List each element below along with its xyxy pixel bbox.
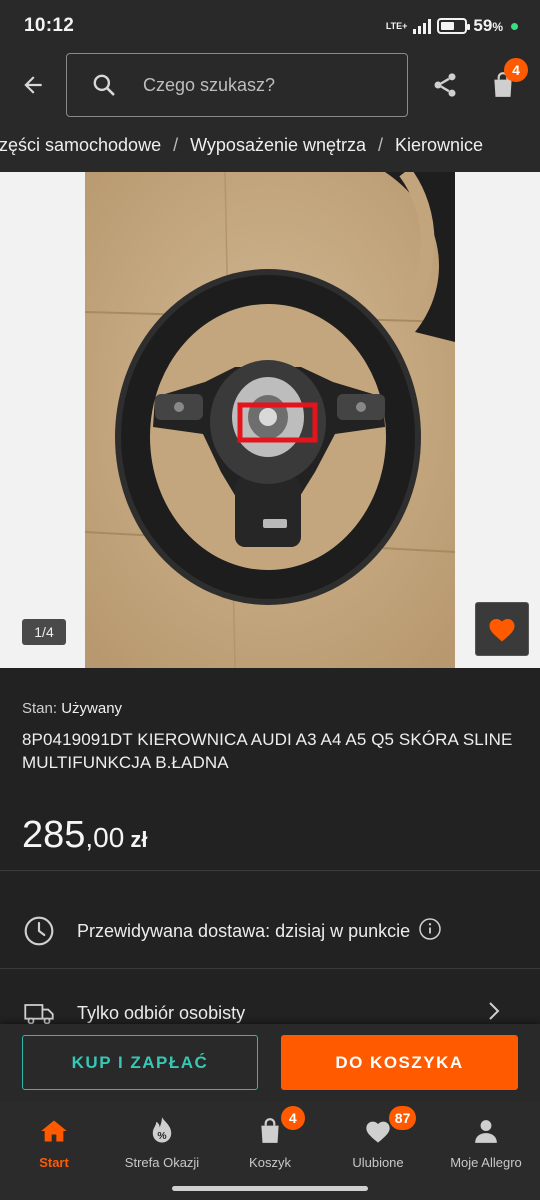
svg-text:%: % (157, 1131, 166, 1142)
condition: Stan: Używany (22, 700, 122, 717)
breadcrumb-separator: / (173, 134, 179, 155)
deals-icon: % (147, 1116, 177, 1146)
share-icon (434, 73, 456, 97)
add-to-cart-button[interactable]: DO KOSZYKA (281, 1035, 518, 1090)
image-gallery[interactable]: 1/4 (0, 172, 540, 668)
price-decimal: ,00 (85, 822, 125, 853)
product-title: 8P0419091DT KIEROWNICA AUDI A3 A4 A5 Q5 … (22, 730, 513, 772)
chevron-right-icon (486, 1001, 502, 1026)
status-time: 10:12 (24, 15, 75, 36)
nav-label: Ulubione (352, 1155, 404, 1170)
breadcrumb: Części samochodowe / Wyposażenie wnętrza… (0, 118, 540, 172)
cart-count-badge: 4 (504, 58, 528, 82)
info-icon[interactable] (418, 917, 442, 946)
breadcrumb-separator: / (378, 134, 384, 155)
home-icon (39, 1116, 69, 1146)
purchase-action-bar: KUP I ZAPŁAĆ DO KOSZYKA (0, 1024, 540, 1102)
arrow-left-icon (24, 76, 42, 94)
delivery-estimate-text: Przewidywana dostawa: dzisiaj w punkcie (77, 920, 411, 941)
steering-wheel-image (85, 172, 455, 668)
home-indicator[interactable] (172, 1186, 368, 1191)
privacy-dot-icon (511, 22, 518, 30)
share-button[interactable] (416, 52, 474, 118)
nav-label: Start (39, 1155, 69, 1170)
search-input[interactable]: Czego szukasz? (66, 53, 408, 117)
price-currency: zł (130, 827, 148, 852)
buy-now-button[interactable]: KUP I ZAPŁAĆ (22, 1035, 258, 1090)
nav-label: Koszyk (249, 1155, 291, 1170)
product-photo[interactable] (85, 172, 455, 668)
top-app-bar: Czego szukasz? 4 (0, 52, 540, 118)
image-counter: 1/4 (22, 619, 66, 645)
breadcrumb-item[interactable]: Części samochodowe (0, 135, 161, 156)
price-integer: 285 (22, 814, 86, 856)
nav-item-start[interactable]: Start (0, 1102, 108, 1200)
status-indicators: LTE+ 59% (386, 16, 518, 36)
clock-icon (22, 914, 56, 948)
heart-icon (489, 619, 515, 642)
add-to-favorites-button[interactable] (475, 602, 529, 656)
header-cart-button[interactable]: 4 (474, 52, 532, 118)
nav-item-my-allegro[interactable]: Moje Allegro (432, 1102, 540, 1200)
breadcrumb-item[interactable]: Kierownice (395, 135, 483, 156)
user-icon (471, 1116, 501, 1146)
battery-icon (437, 18, 471, 34)
favorites-badge: 87 (388, 1106, 417, 1130)
condition-value: Używany (61, 700, 123, 717)
product-page: 10:12 LTE+ 59% Czego szukasz? 4 Części s… (0, 0, 540, 1200)
battery-percent: 59% (473, 16, 503, 35)
breadcrumb-item[interactable]: Wyposażenie wnętrza (190, 135, 366, 156)
cart-badge: 4 (280, 1106, 305, 1130)
signal-icon (413, 18, 432, 34)
condition-label: Stan: (22, 700, 58, 717)
nav-label: Moje Allegro (450, 1155, 522, 1170)
product-info: Stan: Używany 8P0419091DT KIEROWNICA AUD… (0, 668, 540, 1028)
search-placeholder: Czego szukasz? (143, 74, 276, 95)
back-button[interactable] (0, 52, 66, 118)
nav-label: Strefa Okazji (124, 1155, 200, 1170)
product-price: 285,00 zł (22, 814, 147, 857)
status-bar: 10:12 LTE+ 59% (0, 0, 540, 52)
network-type: LTE+ (385, 20, 408, 31)
pickup-text: Tylko odbiór osobisty (77, 1002, 246, 1023)
delivery-estimate-row[interactable]: Przewidywana dostawa: dzisiaj w punkcie (0, 898, 540, 964)
divider (0, 870, 540, 871)
divider (0, 968, 540, 969)
search-icon (93, 74, 115, 96)
